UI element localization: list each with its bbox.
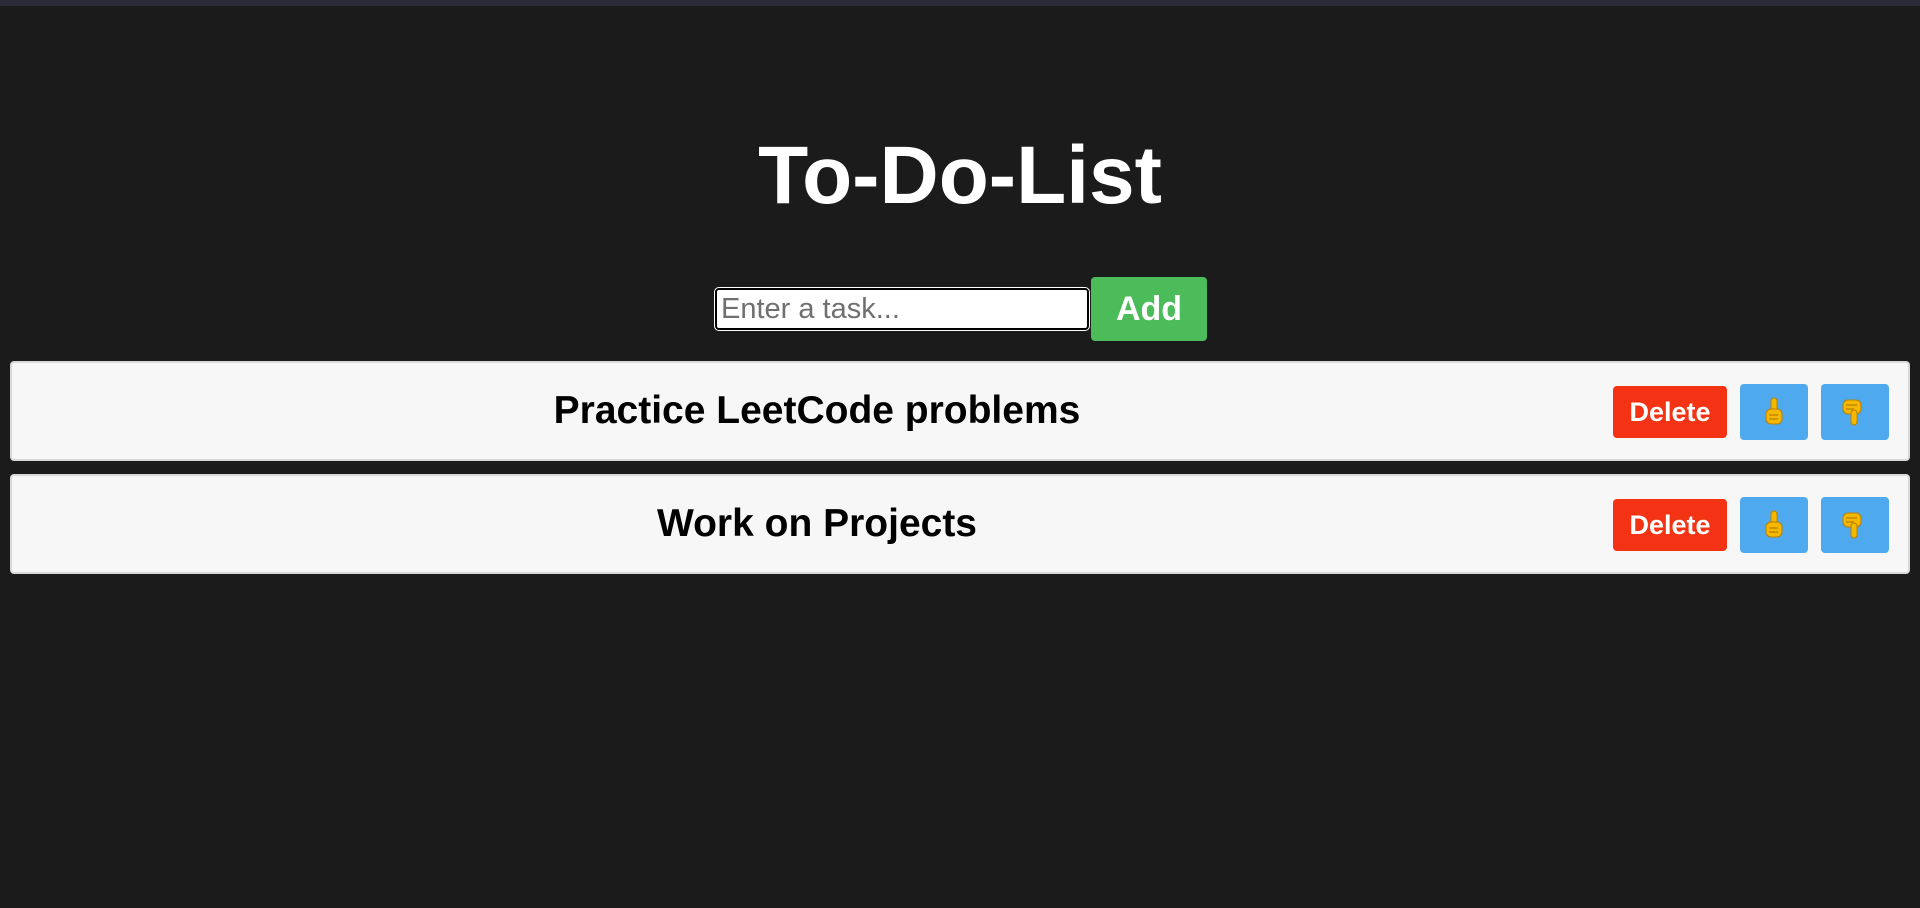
move-up-button[interactable] — [1740, 384, 1808, 440]
task-item: Practice LeetCode problems Delete — [10, 361, 1910, 461]
task-actions: Delete — [1613, 497, 1889, 553]
move-up-button[interactable] — [1740, 497, 1808, 553]
task-list: Practice LeetCode problems Delete Work o… — [10, 361, 1910, 587]
move-down-button[interactable] — [1821, 384, 1889, 440]
delete-button[interactable]: Delete — [1613, 499, 1727, 551]
page-title: To-Do-List — [758, 130, 1162, 221]
task-text: Practice LeetCode problems — [553, 389, 1081, 432]
task-actions: Delete — [1613, 384, 1889, 440]
add-button[interactable]: Add — [1091, 277, 1207, 341]
add-task-form: Add — [714, 277, 1207, 341]
pointing-up-icon — [1765, 397, 1783, 425]
task-text: Work on Projects — [656, 502, 978, 545]
pointing-up-icon — [1765, 510, 1783, 538]
delete-button[interactable]: Delete — [1613, 386, 1727, 438]
pointing-down-icon — [1842, 399, 1862, 426]
task-item: Work on Projects Delete — [10, 474, 1910, 574]
task-input[interactable] — [714, 287, 1090, 331]
pointing-down-icon — [1842, 512, 1862, 539]
browser-top-strip — [0, 0, 1920, 6]
move-down-button[interactable] — [1821, 497, 1889, 553]
